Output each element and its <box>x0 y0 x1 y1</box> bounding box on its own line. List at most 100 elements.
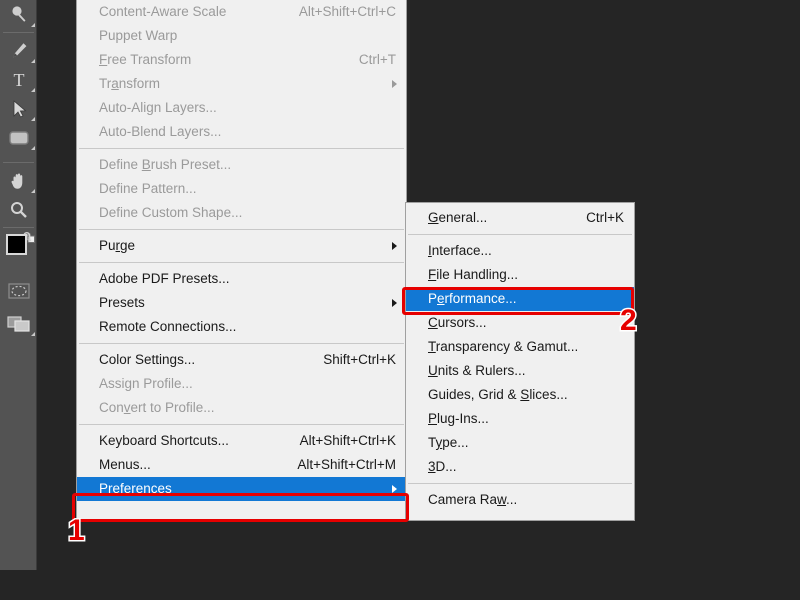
menu-item-shortcut: Alt+Shift+Ctrl+K <box>299 433 396 448</box>
foreground-color-swatch[interactable] <box>6 234 27 255</box>
preferences-submenu[interactable]: General... Ctrl+K Interface... File Handlin… <box>405 202 635 521</box>
stamp-icon <box>11 5 25 22</box>
menu-item-label: Type... <box>428 435 469 450</box>
menu-item-label: Preferences <box>99 481 172 496</box>
menu-item-label: Free Transform <box>99 52 192 67</box>
menu-item-shortcut: Alt+Shift+Ctrl+M <box>297 457 396 472</box>
preferences-item-general[interactable]: General... Ctrl+K <box>406 206 634 230</box>
menu-item-shortcut: Shift+Ctrl+K <box>323 352 396 367</box>
edit-menu-item-free-transform: Free Transform Ctrl+T <box>77 48 406 72</box>
edit-menu-item-menus[interactable]: Menus... Alt+Shift+Ctrl+M <box>77 453 406 477</box>
preferences-item-plug-ins[interactable]: Plug-Ins... <box>406 407 634 431</box>
preferences-item-cursors[interactable]: Cursors... <box>406 311 634 335</box>
menu-item-label: Define Pattern... <box>99 181 197 196</box>
edit-menu[interactable]: Content-Aware Scale Alt+Shift+Ctrl+C Puppe… <box>76 0 407 521</box>
submenu-arrow-icon <box>392 80 397 88</box>
menu-separator <box>408 234 632 235</box>
tool-flyout-corner <box>31 189 35 193</box>
edit-menu-item-puppet-warp: Puppet Warp <box>77 24 406 48</box>
quick-mask-button[interactable] <box>0 278 37 304</box>
submenu-arrow-icon <box>392 242 397 250</box>
preferences-item-units-rulers[interactable]: Units & Rulers... <box>406 359 634 383</box>
edit-menu-item-remote-connections[interactable]: Remote Connections... <box>77 315 406 339</box>
menu-separator <box>79 343 404 344</box>
edit-menu-item-assign-profile: Assign Profile... <box>77 372 406 396</box>
menu-item-label: Camera Raw... <box>428 492 518 507</box>
menu-item-label: Define Custom Shape... <box>99 205 243 220</box>
clone-stamp-tool[interactable] <box>0 0 37 29</box>
edit-menu-item-keyboard-shortcuts[interactable]: Keyboard Shortcuts... Alt+Shift+Ctrl+K <box>77 429 406 453</box>
screen-mode-button[interactable] <box>0 310 37 338</box>
toolbar-divider <box>2 162 34 163</box>
preferences-item-camera-raw[interactable]: Camera Raw... <box>406 488 634 512</box>
edit-menu-item-auto-align-layers: Auto-Align Layers... <box>77 96 406 120</box>
pen-tool[interactable] <box>0 36 37 65</box>
menu-item-label: Guides, Grid & Slices... <box>428 387 568 402</box>
rounded-rectangle-icon <box>8 130 29 145</box>
menu-item-label: Auto-Blend Layers... <box>99 124 222 139</box>
edit-menu-item-define-custom-shape: Define Custom Shape... <box>77 201 406 225</box>
submenu-arrow-icon <box>392 299 397 307</box>
menu-separator <box>408 483 632 484</box>
preferences-item-interface[interactable]: Interface... <box>406 239 634 263</box>
edit-menu-item-color-settings[interactable]: Color Settings... Shift+Ctrl+K <box>77 348 406 372</box>
toolbar-divider <box>2 227 34 228</box>
menu-item-label: Plug-Ins... <box>428 411 489 426</box>
menu-item-label: Menus... <box>99 457 151 472</box>
menu-item-label: Performance... <box>428 291 517 306</box>
tool-flyout-corner <box>31 332 35 336</box>
menu-item-label: Auto-Align Layers... <box>99 100 217 115</box>
preferences-item-type[interactable]: Type... <box>406 431 634 455</box>
type-tool[interactable]: T <box>0 65 37 94</box>
edit-menu-item-auto-blend-layers: Auto-Blend Layers... <box>77 120 406 144</box>
preferences-item-performance[interactable]: Performance... <box>406 287 634 311</box>
path-selection-tool[interactable] <box>0 94 37 123</box>
magnifier-icon <box>10 201 27 218</box>
type-icon: T <box>13 70 24 90</box>
hand-icon <box>10 173 22 189</box>
preferences-item-guides-grid-slices[interactable]: Guides, Grid & Slices... <box>406 383 634 407</box>
menu-item-label: Convert to Profile... <box>99 400 215 415</box>
preferences-item-3d[interactable]: 3D... <box>406 455 634 479</box>
menu-separator <box>79 262 404 263</box>
menu-item-shortcut: Alt+Shift+Ctrl+C <box>298 4 396 19</box>
edit-menu-item-transform: Transform <box>77 72 406 96</box>
preferences-item-transparency-gamut[interactable]: Transparency & Gamut... <box>406 335 634 359</box>
zoom-tool[interactable] <box>0 195 37 224</box>
photoshop-window: T Content-Aware Scale Alt+Shift+Ctrl+C P… <box>0 0 800 600</box>
edit-menu-item-define-pattern: Define Pattern... <box>77 177 406 201</box>
edit-menu-item-presets[interactable]: Presets <box>77 291 406 315</box>
menu-item-shortcut: Ctrl+T <box>358 52 396 67</box>
menu-separator <box>79 229 404 230</box>
menu-item-label: Units & Rulers... <box>428 363 526 378</box>
tool-flyout-corner <box>31 59 35 63</box>
menu-separator <box>79 424 404 425</box>
edit-menu-item-preferences[interactable]: Preferences <box>77 477 406 501</box>
arrow-cursor-icon <box>13 99 27 118</box>
submenu-arrow-icon <box>392 485 397 493</box>
edit-menu-item-define-brush-preset: Define Brush Preset... <box>77 153 406 177</box>
hand-tool[interactable] <box>0 166 37 195</box>
edit-menu-item-purge[interactable]: Purge <box>77 234 406 258</box>
tool-flyout-corner <box>31 146 35 150</box>
menu-item-label: Presets <box>99 295 145 310</box>
menu-item-label: Remote Connections... <box>99 319 237 334</box>
menu-item-label: Keyboard Shortcuts... <box>99 433 229 448</box>
tool-flyout-corner <box>31 88 35 92</box>
edit-menu-item-content-aware-scale: Content-Aware Scale Alt+Shift+Ctrl+C <box>77 0 406 24</box>
menu-item-label: Assign Profile... <box>99 376 193 391</box>
menu-item-label: Cursors... <box>428 315 487 330</box>
menu-item-label: Transform <box>99 76 161 91</box>
menu-item-label: Define Brush Preset... <box>99 157 232 172</box>
svg-text:T: T <box>13 70 24 90</box>
menu-item-label: Interface... <box>428 243 492 258</box>
pen-icon <box>12 42 26 57</box>
edit-menu-item-adobe-pdf-presets[interactable]: Adobe PDF Presets... <box>77 267 406 291</box>
menu-item-label: 3D... <box>428 459 457 474</box>
toolbar-divider <box>2 32 34 33</box>
menu-item-label: File Handling... <box>428 267 519 282</box>
menu-item-shortcut: Ctrl+K <box>586 210 624 225</box>
preferences-item-file-handling[interactable]: File Handling... <box>406 263 634 287</box>
rectangle-tool[interactable] <box>0 123 37 152</box>
menu-item-label: Color Settings... <box>99 352 196 367</box>
